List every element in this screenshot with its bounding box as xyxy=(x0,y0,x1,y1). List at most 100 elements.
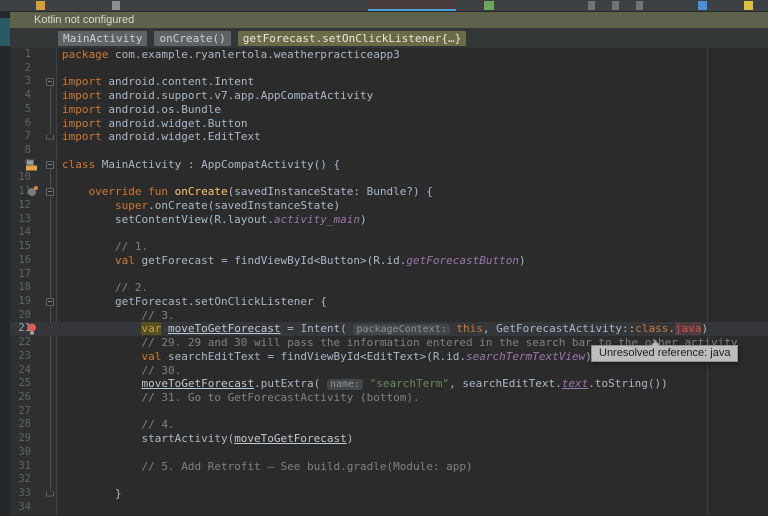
code-line[interactable]: 29 startActivity(moveToGetForecast) xyxy=(10,432,768,446)
gutter: 7 xyxy=(10,130,57,144)
code-line[interactable]: 8 xyxy=(10,144,768,158)
code-line[interactable]: 15 // 1. xyxy=(10,240,768,254)
code-line[interactable]: 24 // 30. xyxy=(10,364,768,378)
code-line[interactable]: 21 var moveToGetForecast = Intent( packa… xyxy=(10,322,768,336)
gutter: 18 xyxy=(10,281,57,295)
gutter: 28 xyxy=(10,418,57,432)
code-line[interactable]: 6 import android.widget.Button xyxy=(10,117,768,131)
toolbar-icon-gray[interactable] xyxy=(112,1,120,10)
error-tooltip: Unresolved reference: java xyxy=(591,345,738,362)
code-text: val getForecast = findViewById<Button>(R… xyxy=(62,254,526,268)
breadcrumb-chip-2[interactable]: getForecast.setOnClickListener{…} xyxy=(238,31,467,46)
gutter: 27 xyxy=(10,405,57,419)
code-editor[interactable]: 1package com.example.ryanlertola.weather… xyxy=(10,48,768,516)
gutter: 10 xyxy=(10,171,57,185)
code-text: val searchEditText = findViewById<EditTe… xyxy=(62,350,592,364)
gutter: 19− xyxy=(10,295,57,309)
fold-marker[interactable]: − xyxy=(46,188,54,196)
code-text: import android.content.Intent xyxy=(62,75,254,89)
code-line[interactable]: 13 setContentView(R.layout.activity_main… xyxy=(10,213,768,227)
code-text: startActivity(moveToGetForecast) xyxy=(62,432,353,446)
code-line[interactable]: 9−class MainActivity : AppCompatActivity… xyxy=(10,158,768,172)
line-number: 3 xyxy=(11,75,31,89)
line-number: 23 xyxy=(11,350,31,364)
gutter: 6 xyxy=(10,117,57,131)
fold-marker[interactable] xyxy=(46,491,54,496)
gutter: 22 xyxy=(10,336,57,350)
code-text: override fun onCreate(savedInstanceState… xyxy=(62,185,433,199)
chevron-icon-1[interactable] xyxy=(588,1,595,10)
code-text: // 3. xyxy=(62,309,175,323)
code-line[interactable]: 32 xyxy=(10,473,768,487)
code-line[interactable]: 20 // 3. xyxy=(10,309,768,323)
line-number: 4 xyxy=(11,89,31,103)
toolbar-icon-orange[interactable] xyxy=(36,1,45,10)
code-text: package com.example.ryanlertola.weatherp… xyxy=(62,48,400,62)
code-line[interactable]: 25 moveToGetForecast.putExtra( name: "se… xyxy=(10,377,768,391)
code-line[interactable]: 28 // 4. xyxy=(10,418,768,432)
device-icon[interactable] xyxy=(484,1,494,10)
code-line[interactable]: 16 val getForecast = findViewById<Button… xyxy=(10,254,768,268)
code-line[interactable]: 30 xyxy=(10,446,768,460)
fold-marker[interactable]: − xyxy=(46,78,54,86)
gutter: 25 xyxy=(10,377,57,391)
tool-window-stripe xyxy=(0,18,10,46)
code-text: import android.support.v7.app.AppCompatA… xyxy=(62,89,373,103)
code-rows: 1package com.example.ryanlertola.weather… xyxy=(10,48,768,514)
notification-text: Kotlin not configured xyxy=(34,14,134,26)
line-number: 14 xyxy=(11,226,31,240)
line-number: 20 xyxy=(11,309,31,323)
code-line[interactable]: 10 xyxy=(10,171,768,185)
code-line[interactable]: 2 xyxy=(10,62,768,76)
gutter: 26 xyxy=(10,391,57,405)
code-line[interactable]: 11− override fun onCreate(savedInstanceS… xyxy=(10,185,768,199)
error-bulb-icon[interactable] xyxy=(28,324,36,335)
gutter: 17 xyxy=(10,268,57,282)
breadcrumb-chip-1[interactable]: onCreate() xyxy=(154,31,230,46)
gutter: 29 xyxy=(10,432,57,446)
code-line[interactable]: 12 super.onCreate(savedInstanceState) xyxy=(10,199,768,213)
line-number: 17 xyxy=(11,268,31,282)
fold-marker[interactable] xyxy=(46,135,54,140)
code-line[interactable]: 26 // 31. Go to GetForecastActivity (bot… xyxy=(10,391,768,405)
code-line[interactable]: 3 −import android.content.Intent xyxy=(10,75,768,89)
gutter: 8 xyxy=(10,144,57,158)
code-text: import android.widget.Button xyxy=(62,117,247,131)
gutter: 13 xyxy=(10,213,57,227)
code-line[interactable]: 7import android.widget.EditText xyxy=(10,130,768,144)
code-line[interactable]: 4 import android.support.v7.app.AppCompat… xyxy=(10,89,768,103)
fold-marker[interactable]: − xyxy=(46,161,54,169)
code-text: // 31. Go to GetForecastActivity (bottom… xyxy=(62,391,420,405)
code-line[interactable]: 18 // 2. xyxy=(10,281,768,295)
code-line[interactable]: 27 xyxy=(10,405,768,419)
line-number: 30 xyxy=(11,446,31,460)
gutter: 2 xyxy=(10,62,57,76)
chevron-icon-2[interactable] xyxy=(612,1,619,10)
code-line[interactable]: 17 xyxy=(10,268,768,282)
chevron-icon-3[interactable] xyxy=(636,1,643,10)
code-line[interactable]: 5import android.os.Bundle xyxy=(10,103,768,117)
code-line[interactable]: 34 xyxy=(10,501,768,515)
code-line[interactable]: 14 xyxy=(10,226,768,240)
line-number: 25 xyxy=(11,377,31,391)
line-number: 12 xyxy=(11,199,31,213)
line-number: 18 xyxy=(11,281,31,295)
code-line[interactable]: 1package com.example.ryanlertola.weather… xyxy=(10,48,768,62)
gutter: 32 xyxy=(10,473,57,487)
override-method-icon[interactable] xyxy=(28,188,36,196)
gutter: 30 xyxy=(10,446,57,460)
code-line[interactable]: 31 // 5. Add Retrofit — See build.gradle… xyxy=(10,460,768,474)
code-line[interactable]: 19− getForecast.setOnClickListener { xyxy=(10,295,768,309)
toolbar-icon-blue[interactable] xyxy=(698,1,707,10)
code-line[interactable]: 33 } xyxy=(10,487,768,501)
line-number: 31 xyxy=(11,460,31,474)
line-number: 8 xyxy=(11,144,31,158)
code-text: // 2. xyxy=(62,281,148,295)
toolbar-icon-yellow[interactable] xyxy=(744,1,753,10)
fold-marker[interactable]: − xyxy=(46,298,54,306)
window-left-edge xyxy=(0,12,10,516)
gutter: 15 xyxy=(10,240,57,254)
breadcrumb-chip-0[interactable]: MainActivity xyxy=(58,31,147,46)
line-number: 28 xyxy=(11,418,31,432)
active-file-tab[interactable] xyxy=(368,0,456,11)
